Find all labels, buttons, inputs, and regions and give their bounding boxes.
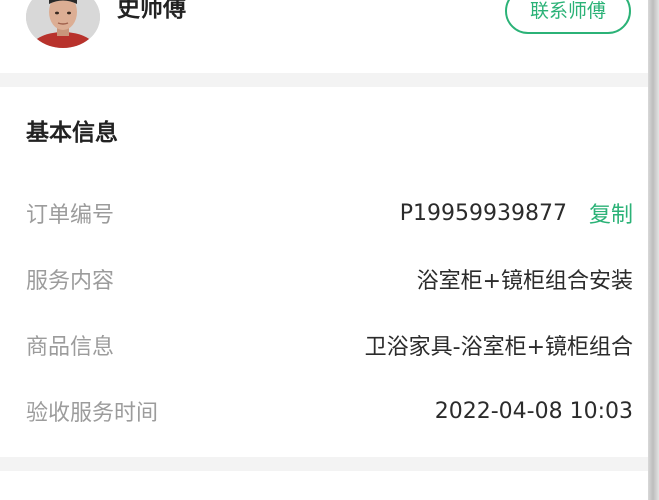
acceptance-time-value: 2022-04-08 10:03 [434, 398, 633, 424]
next-card [0, 471, 648, 500]
order-detail-screen: 史师傅 联系师傅 基本信息 订单编号 P19959939877 复制 服务内容 … [0, 0, 659, 500]
contact-master-button[interactable]: 联系师傅 [505, 0, 631, 34]
master-card: 史师傅 联系师傅 [0, 0, 648, 73]
copy-order-number-button[interactable]: 复制 [589, 197, 633, 229]
service-content-value: 浴室柜+镜柜组合安装 [416, 269, 633, 294]
basic-info-card: 基本信息 订单编号 P19959939877 复制 服务内容 浴室柜+镜柜组合安… [0, 87, 648, 457]
product-info-label: 商品信息 [26, 335, 115, 360]
acceptance-time-row: 验收服务时间 2022-04-08 10:03 [26, 395, 633, 427]
master-avatar [26, 0, 100, 48]
service-content-row: 服务内容 浴室柜+镜柜组合安装 [26, 263, 633, 295]
order-number-label: 订单编号 [26, 203, 115, 228]
master-name: 史师傅 [117, 0, 186, 22]
device-edge [648, 0, 659, 500]
master-avatar-photo [26, 0, 100, 48]
order-number-value-group: P19959939877 复制 [400, 197, 633, 229]
section-title: 基本信息 [26, 120, 118, 146]
product-info-value: 卫浴家具-浴室柜+镜柜组合 [364, 335, 633, 360]
order-number-row: 订单编号 P19959939877 复制 [26, 197, 633, 229]
order-number-value: P19959939877 [399, 200, 567, 226]
product-info-row: 商品信息 卫浴家具-浴室柜+镜柜组合 [26, 329, 633, 361]
service-content-label: 服务内容 [26, 269, 115, 294]
acceptance-time-label: 验收服务时间 [26, 401, 159, 426]
